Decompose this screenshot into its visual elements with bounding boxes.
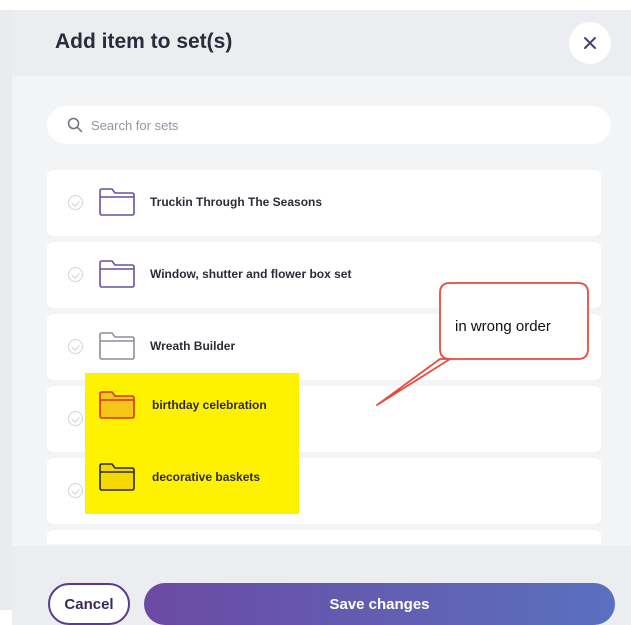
set-item-label: decorative baskets (152, 470, 261, 484)
set-item-label: birthday celebration (152, 398, 267, 412)
highlight-annotation: birthday celebration decorative baskets (85, 373, 299, 514)
dialog-title: Add item to set(s) (55, 30, 233, 53)
checkbox-icon[interactable] (68, 411, 83, 426)
page: Add item to set(s) Truckin Throu (0, 0, 631, 625)
highlighted-set-row: birthday celebration (85, 373, 299, 439)
search-field[interactable] (47, 106, 611, 144)
dialog-header: Add item to set(s) (12, 10, 631, 76)
folder-icon (99, 260, 135, 288)
dialog-footer: Cancel Save changes (12, 546, 631, 625)
save-changes-button[interactable]: Save changes (144, 583, 615, 625)
set-item-truckin[interactable]: Truckin Through The Seasons (47, 170, 601, 236)
checkbox-icon[interactable] (68, 267, 83, 282)
cancel-button[interactable]: Cancel (48, 583, 130, 625)
set-item-label: Window, shutter and flower box set (150, 267, 352, 281)
background-edge (0, 10, 12, 610)
close-button[interactable] (569, 22, 611, 64)
folder-icon (99, 463, 135, 491)
search-icon (67, 117, 83, 133)
set-item-window-shutter[interactable]: Window, shutter and flower box set (47, 242, 601, 308)
search-input[interactable] (91, 117, 571, 133)
folder-icon (99, 332, 135, 360)
callout-text: in wrong order (455, 318, 551, 335)
checkbox-icon[interactable] (68, 339, 83, 354)
highlighted-set-row: decorative baskets (85, 445, 299, 511)
checkbox-icon[interactable] (68, 483, 83, 498)
set-item-label: Wreath Builder (150, 339, 236, 353)
close-icon (584, 37, 596, 49)
set-item-label: Truckin Through The Seasons (150, 195, 323, 209)
folder-icon (99, 391, 135, 419)
folder-icon (99, 188, 135, 216)
set-item-partial[interactable] (47, 530, 601, 544)
checkbox-icon[interactable] (68, 195, 83, 210)
